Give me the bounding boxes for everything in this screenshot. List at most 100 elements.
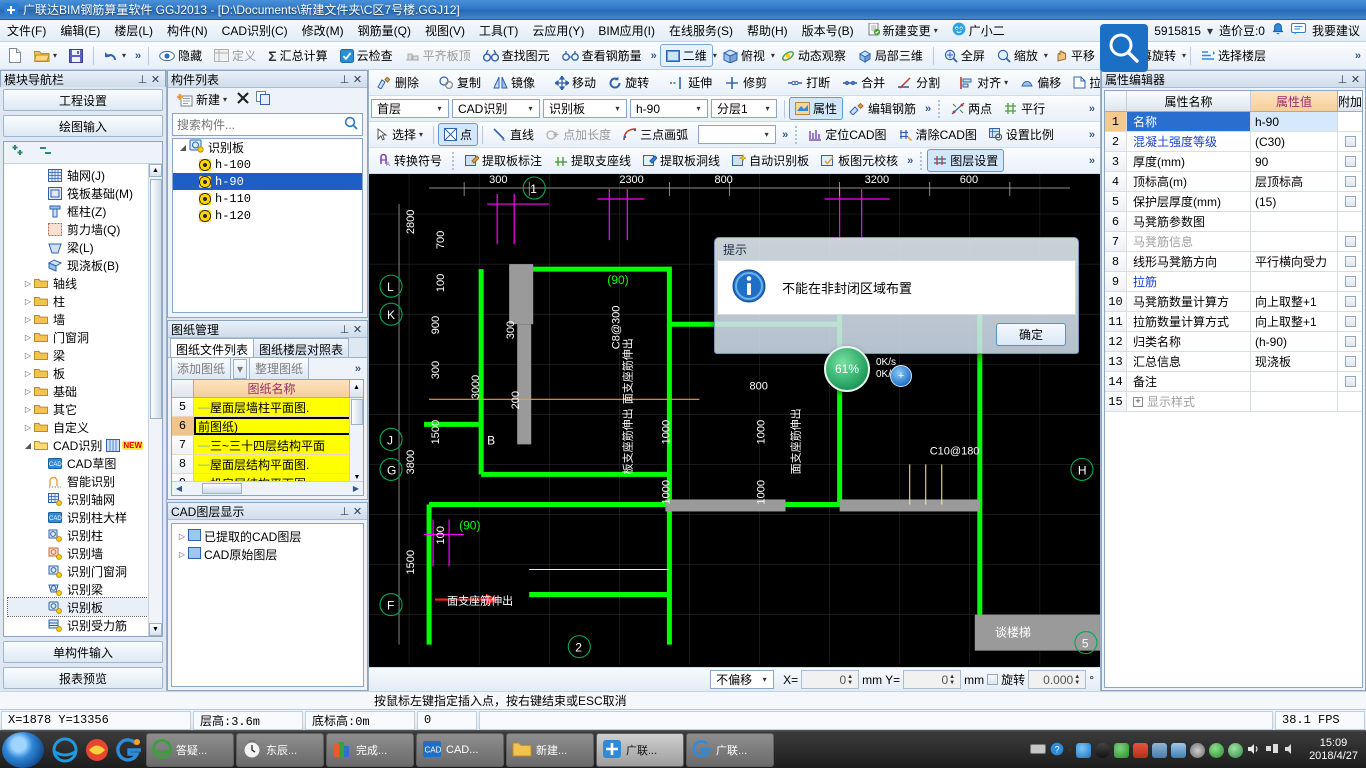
property-row-value[interactable]: 向上取整+1 bbox=[1251, 312, 1338, 331]
drawing-row-2[interactable]: 7— 三~三十四层结构平面 bbox=[172, 436, 363, 455]
attach-checkbox[interactable] bbox=[1344, 236, 1356, 247]
hide-button[interactable]: 隐藏 bbox=[153, 44, 208, 67]
chevron-down-icon[interactable]: ▾ bbox=[760, 130, 773, 139]
drawing-row-3[interactable]: 8— 屋面层结构平面图. bbox=[172, 455, 363, 474]
rotate-input[interactable]: 0.000 ▲ ▼ bbox=[1028, 670, 1087, 689]
attach-checkbox[interactable] bbox=[1344, 376, 1356, 387]
mirror-button[interactable]: 镜像 bbox=[487, 71, 541, 94]
tray-network-icon[interactable] bbox=[1265, 743, 1279, 758]
split-button[interactable]: 分割 bbox=[891, 71, 946, 94]
align-chevron-down-icon[interactable]: ▾ bbox=[1004, 78, 1008, 87]
property-row-3[interactable]: 4 顶标高(m) 层顶标高 bbox=[1105, 172, 1362, 192]
tray-help-icon[interactable]: ? bbox=[1050, 742, 1064, 759]
quicklaunch-media-icon[interactable] bbox=[82, 733, 112, 767]
taskbar-button-0[interactable]: 答疑... bbox=[146, 733, 234, 767]
nav-tree-item-10[interactable]: ▷ 梁 bbox=[8, 346, 162, 364]
expander-icon[interactable]: ▷ bbox=[22, 279, 34, 288]
tray-qq-icon[interactable] bbox=[1095, 742, 1111, 758]
delete-component-icon[interactable] bbox=[236, 91, 250, 108]
fullscreen-button[interactable]: 全屏 bbox=[938, 44, 991, 67]
tray-tool-icon[interactable] bbox=[1152, 742, 1168, 758]
organize-drawing-button[interactable]: 整理图纸 bbox=[249, 357, 310, 380]
expander-icon[interactable]: ▷ bbox=[176, 550, 188, 559]
tray-glodon-icon[interactable] bbox=[1076, 742, 1092, 758]
expander-icon[interactable]: ▷ bbox=[22, 333, 34, 342]
stretch-button[interactable]: 拉伸 bbox=[1067, 71, 1100, 94]
account-chevron-down-icon[interactable]: ▾ bbox=[1207, 24, 1213, 38]
copy-component-icon[interactable] bbox=[256, 91, 271, 108]
open-chevron-down-icon[interactable]: ▾ bbox=[53, 51, 57, 60]
property-row-13[interactable]: 14 备注 bbox=[1105, 372, 1362, 392]
tray-shield-green-icon[interactable] bbox=[1209, 742, 1225, 758]
hscroll-left-arrow-icon[interactable]: ◀ bbox=[172, 484, 186, 493]
clear-cad-button[interactable]: 清除CAD图 bbox=[893, 123, 983, 146]
pan-button[interactable]: 平移 bbox=[1048, 44, 1101, 67]
search-input[interactable] bbox=[173, 117, 340, 132]
toolbar-overflow-chevron[interactable]: » bbox=[132, 50, 144, 62]
move-button[interactable]: 移动 bbox=[549, 71, 602, 94]
local-3d-button[interactable]: 局部三维 bbox=[852, 44, 929, 67]
cad-layer-body[interactable]: ▷ 已提取的CAD图层 ▷ CAD原始图层 bbox=[171, 523, 364, 687]
menu-help[interactable]: 帮助(H) bbox=[740, 20, 795, 41]
property-row-value[interactable]: 向上取整+1 bbox=[1251, 292, 1338, 311]
property-row-value[interactable] bbox=[1251, 232, 1338, 251]
progress-circle[interactable]: 61% bbox=[824, 346, 870, 392]
nav-tree-item-8[interactable]: ▷ 墙 bbox=[8, 310, 162, 328]
nav-tree-item-25[interactable]: 识别受力筋 bbox=[8, 616, 162, 634]
add-drawing-button[interactable]: 添加图纸 bbox=[171, 357, 232, 380]
find-element-button[interactable]: 查找图元 bbox=[477, 44, 556, 67]
nav-band-report-preview[interactable]: 报表预览 bbox=[3, 667, 163, 689]
nav-tree-item-16[interactable]: CAD CAD草图 bbox=[8, 454, 162, 472]
extract-slab-hole-line-button[interactable]: 提取板洞线 bbox=[637, 149, 726, 172]
cad-canvas-area[interactable]: 1 2 LK J G F H 5 B 300 2300 800 3200 600 800 2… bbox=[369, 174, 1100, 667]
drawing-row-0[interactable]: 5— 屋面层墙柱平面图. bbox=[172, 398, 363, 417]
chevron-down-icon[interactable]: ▾ bbox=[934, 26, 938, 35]
property-row-value[interactable]: (h-90) bbox=[1251, 332, 1338, 351]
ribbon-row3-overflow-chevron[interactable]: » bbox=[779, 129, 791, 141]
drawing-grid-vscroll[interactable]: ▼ bbox=[349, 398, 363, 481]
menu-modify[interactable]: 修改(M) bbox=[295, 20, 351, 41]
pin-icon[interactable]: ⊥ bbox=[1336, 73, 1349, 86]
pin-icon[interactable]: ⊥ bbox=[136, 73, 149, 86]
expander-icon[interactable]: ▷ bbox=[22, 297, 34, 306]
property-row-6[interactable]: 7 马凳筋信息 bbox=[1105, 232, 1362, 252]
attach-checkbox[interactable] bbox=[1344, 196, 1356, 207]
offset-y-spinner[interactable]: ▲ ▼ bbox=[949, 674, 958, 686]
property-row-value[interactable] bbox=[1251, 372, 1338, 391]
drawing-grid-scroll-down[interactable]: ▼ bbox=[350, 474, 363, 481]
nav-tree-item-7[interactable]: ▷ 柱 bbox=[8, 292, 162, 310]
property-row-value[interactable]: (15) bbox=[1251, 192, 1338, 211]
zoom-button[interactable]: 缩放 bbox=[991, 44, 1044, 67]
drawing-row-1[interactable]: 6 前图纸) bbox=[172, 417, 363, 436]
nav-band-drawing-input[interactable]: 绘图输入 bbox=[3, 115, 163, 137]
menu-cad-recognize[interactable]: CAD识别(C) bbox=[215, 20, 295, 41]
property-row-12[interactable]: 13 汇总信息 现浇板 bbox=[1105, 352, 1362, 372]
ribbon-row3-overflow-chevron-2[interactable]: » bbox=[1086, 129, 1098, 141]
component-type-combo[interactable]: 识别板 ▾ bbox=[543, 99, 627, 118]
nav-tree-item-2[interactable]: 框柱(Z) bbox=[8, 202, 162, 220]
scroll-up-arrow-icon[interactable]: ▲ bbox=[149, 164, 162, 177]
tray-disk-icon[interactable] bbox=[1190, 742, 1206, 758]
menu-bim-app[interactable]: BIM应用(I) bbox=[591, 20, 662, 41]
chevron-down-icon[interactable]: ▾ bbox=[758, 675, 771, 684]
ribbon-row4-overflow-chevron-2[interactable]: » bbox=[1086, 155, 1098, 167]
layer-item-original[interactable]: ▷ CAD原始图层 bbox=[174, 545, 361, 563]
nav-tree-item-12[interactable]: ▷ 基础 bbox=[8, 382, 162, 400]
attach-checkbox[interactable] bbox=[1344, 156, 1356, 167]
drawing-row-4[interactable]: 9— 机房层结构平面图 bbox=[172, 474, 363, 481]
select-floor-button[interactable]: 选择楼层 bbox=[1195, 44, 1272, 67]
view-2d-button[interactable]: 二维 bbox=[659, 44, 713, 67]
nav-tree-item-0[interactable]: 轴网(J) bbox=[8, 166, 162, 184]
floor-combo[interactable]: 首层 ▾ bbox=[371, 99, 449, 118]
property-row-10[interactable]: 11 拉筋数量计算方式 向上取整+1 bbox=[1105, 312, 1362, 332]
nav-tree-item-1[interactable]: 筏板基础(M) bbox=[8, 184, 162, 202]
expander-icon[interactable]: ▷ bbox=[22, 423, 34, 432]
line-tool-button[interactable]: 直线 bbox=[487, 123, 540, 146]
tray-browser-icon[interactable] bbox=[1114, 742, 1130, 758]
attach-checkbox[interactable] bbox=[1344, 176, 1356, 187]
module-tree-scrollbar[interactable]: ▲ ▼ bbox=[148, 164, 162, 636]
layer-combo[interactable]: 分层1 ▾ bbox=[711, 99, 777, 118]
property-row-value[interactable]: (C30) bbox=[1251, 132, 1338, 151]
property-row-8[interactable]: 9 拉筋 bbox=[1105, 272, 1362, 292]
close-icon[interactable]: ✕ bbox=[351, 73, 364, 86]
